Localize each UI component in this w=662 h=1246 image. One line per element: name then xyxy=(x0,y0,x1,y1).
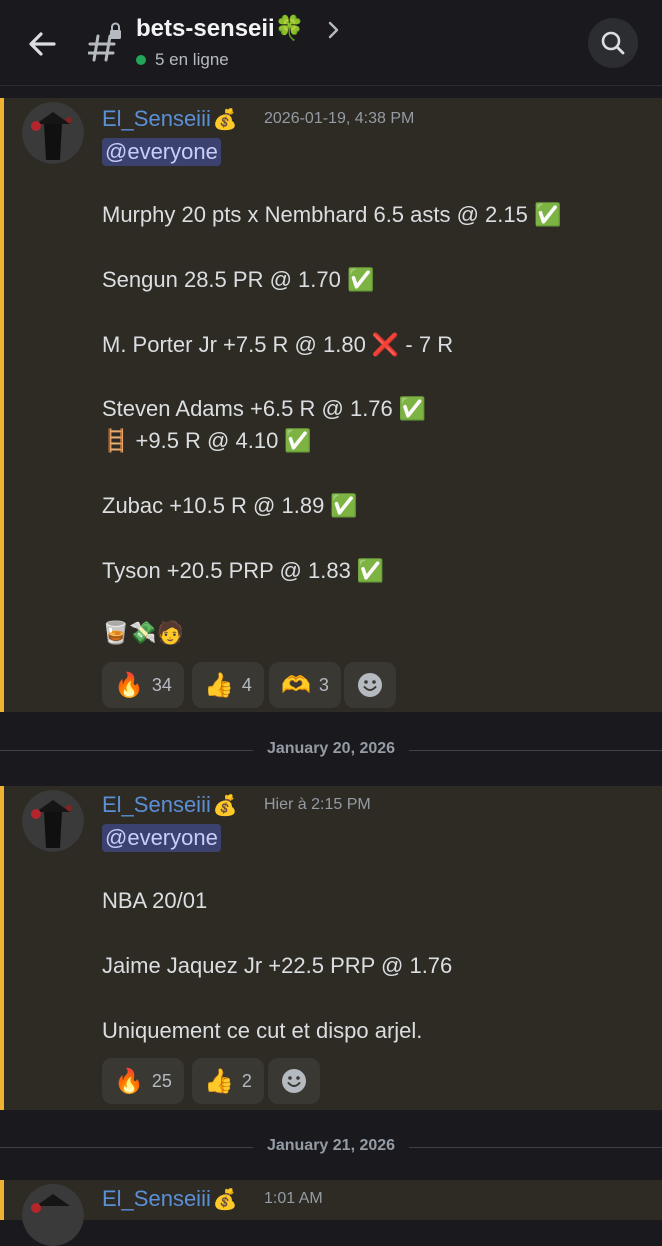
message-timestamp: 1:01 AM xyxy=(264,1190,323,1207)
reaction-count: 34 xyxy=(151,674,172,695)
message[interactable]: El_Senseiii 💰 Hier à 2:15 PM @everyone N… xyxy=(0,786,662,1110)
message-line: Uniquement ce cut et dispo arjel. xyxy=(102,1018,423,1043)
reaction-count: 4 xyxy=(241,674,252,695)
message-line: NBA 20/01 xyxy=(102,888,208,913)
online-dot-icon xyxy=(136,55,146,65)
reaction-thumbs-up[interactable]: 👍 2 xyxy=(192,1058,264,1104)
reaction-count: 2 xyxy=(241,1070,252,1091)
thumbs-up-icon: 👍 xyxy=(204,671,234,699)
message-author[interactable]: El_Senseiii 💰 xyxy=(102,106,238,132)
money-bag-icon: 💰 xyxy=(212,794,238,817)
avatar[interactable] xyxy=(22,102,84,164)
reaction-thumbs-up[interactable]: 👍 4 xyxy=(192,662,264,708)
message-timestamp: Hier à 2:15 PM xyxy=(264,796,371,813)
money-bag-icon: 💰 xyxy=(212,1188,238,1211)
heart-hands-icon: 🫶 xyxy=(281,671,311,699)
emoji-line: 🥃💸🧑 xyxy=(102,620,185,645)
fire-icon: 🔥 xyxy=(114,1067,144,1095)
fire-icon: 🔥 xyxy=(114,671,144,699)
search-icon xyxy=(601,31,625,55)
search-button[interactable] xyxy=(588,18,638,68)
message-author[interactable]: El_Senseiii 💰 xyxy=(102,1186,238,1212)
reaction-fire[interactable]: 🔥 34 xyxy=(102,662,184,708)
online-status: 5 en ligne xyxy=(136,50,229,70)
author-name: El_Senseiii xyxy=(102,106,211,131)
reaction-fire[interactable]: 🔥 25 xyxy=(102,1058,184,1104)
message[interactable]: El_Senseiii 💰 2026-01-19, 4:38 PM @every… xyxy=(0,98,662,712)
message-line: Zubac +10.5 R @ 1.89 ✅ xyxy=(102,493,358,518)
chevron-right-icon[interactable] xyxy=(326,20,342,40)
add-reaction-button[interactable] xyxy=(344,662,396,708)
author-name: El_Senseiii xyxy=(102,792,211,817)
author-name: El_Senseiii xyxy=(102,1186,211,1211)
reaction-count: 25 xyxy=(151,1070,172,1091)
message-line: 🪜 +9.5 R @ 4.10 ✅ xyxy=(102,428,312,453)
everyone-mention[interactable]: @everyone xyxy=(102,138,221,166)
channel-header: bets-senseii🍀 5 en ligne xyxy=(0,0,662,86)
avatar[interactable] xyxy=(22,1184,84,1246)
date-divider: January 21, 2026 xyxy=(0,1137,662,1155)
smiley-icon xyxy=(358,673,382,697)
money-bag-icon: 💰 xyxy=(212,108,238,131)
avatar[interactable] xyxy=(22,790,84,852)
message-timestamp: 2026-01-19, 4:38 PM xyxy=(264,110,415,127)
add-reaction-button[interactable] xyxy=(268,1058,320,1104)
message-line: Sengun 28.5 PR @ 1.70 ✅ xyxy=(102,267,375,292)
reaction-count: 3 xyxy=(318,674,329,695)
message-line: Murphy 20 pts x Nembhard 6.5 asts @ 2.15… xyxy=(102,202,562,227)
message-line: Jaime Jaquez Jr +22.5 PRP @ 1.76 xyxy=(102,953,453,978)
message[interactable]: El_Senseiii 💰 1:01 AM xyxy=(0,1180,662,1246)
locked-channel-hash-icon xyxy=(87,22,124,62)
message-line: Tyson +20.5 PRP @ 1.83 ✅ xyxy=(102,558,385,583)
message-line: M. Porter Jr +7.5 R @ 1.80 ❌ - 7 R xyxy=(102,332,454,357)
message-author[interactable]: El_Senseiii 💰 xyxy=(102,792,238,818)
message-line: Steven Adams +6.5 R @ 1.76 ✅ xyxy=(102,396,427,421)
smiley-icon xyxy=(282,1069,306,1093)
everyone-mention[interactable]: @everyone xyxy=(102,824,221,852)
back-arrow-icon[interactable] xyxy=(24,26,60,62)
reaction-heart-hands[interactable]: 🫶 3 xyxy=(269,662,341,708)
channel-title[interactable]: bets-senseii🍀 xyxy=(136,14,305,43)
thumbs-up-icon: 👍 xyxy=(204,1067,234,1095)
online-count: 5 en ligne xyxy=(155,50,229,69)
date-divider: January 20, 2026 xyxy=(0,740,662,758)
